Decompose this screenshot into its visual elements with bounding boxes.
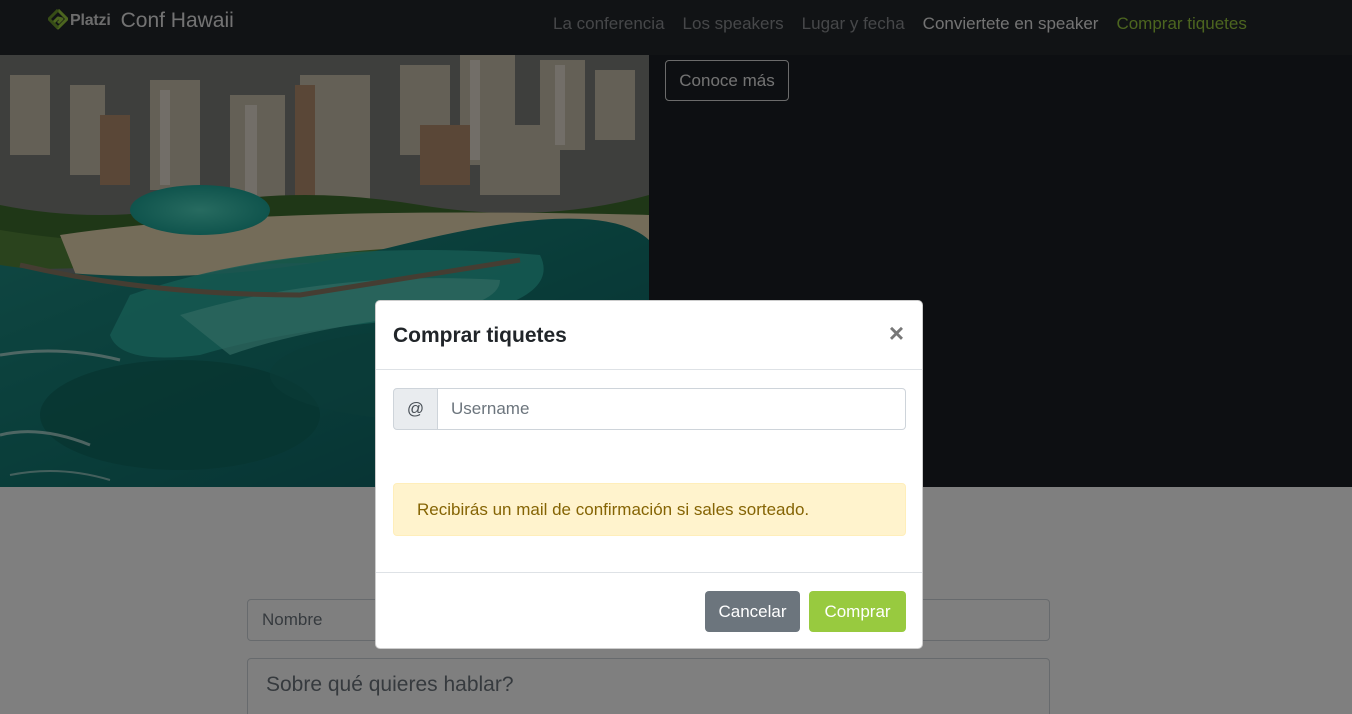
modal-footer: Cancelar Comprar: [376, 572, 922, 649]
at-sign-icon: @: [393, 388, 438, 430]
close-icon[interactable]: ×: [889, 320, 904, 346]
modal-title: Comprar tiquetes: [393, 324, 567, 347]
comprar-tiquetes-modal: Comprar tiquetes × @ Recibirás un mail d…: [375, 300, 923, 649]
username-input-group: @: [393, 388, 906, 430]
buy-button[interactable]: Comprar: [809, 591, 906, 632]
cancel-button[interactable]: Cancelar: [705, 591, 800, 632]
confirmation-alert: Recibirás un mail de confirmación si sal…: [393, 483, 906, 536]
username-input[interactable]: [438, 388, 906, 430]
modal-header: Comprar tiquetes ×: [376, 301, 922, 370]
